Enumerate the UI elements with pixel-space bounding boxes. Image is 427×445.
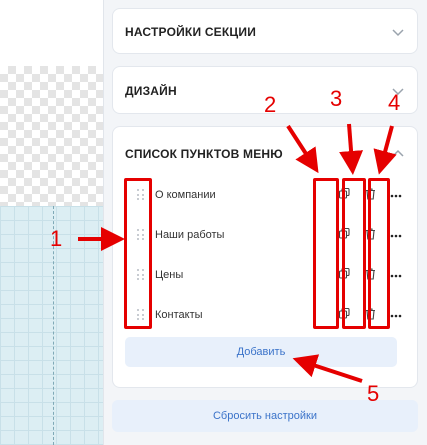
annotation-label-4: 4 [388,90,401,115]
arrow-2 [286,124,319,174]
annotation-label-2: 2 [264,92,277,117]
annotation-label-1: 1 [50,226,63,251]
arrow-4 [373,125,397,175]
annotation-label-3: 3 [330,86,343,111]
annotation-label-5: 5 [367,381,380,406]
arrow-5 [292,354,363,383]
annotation-arrows [78,123,397,383]
arrow-3 [339,123,364,175]
